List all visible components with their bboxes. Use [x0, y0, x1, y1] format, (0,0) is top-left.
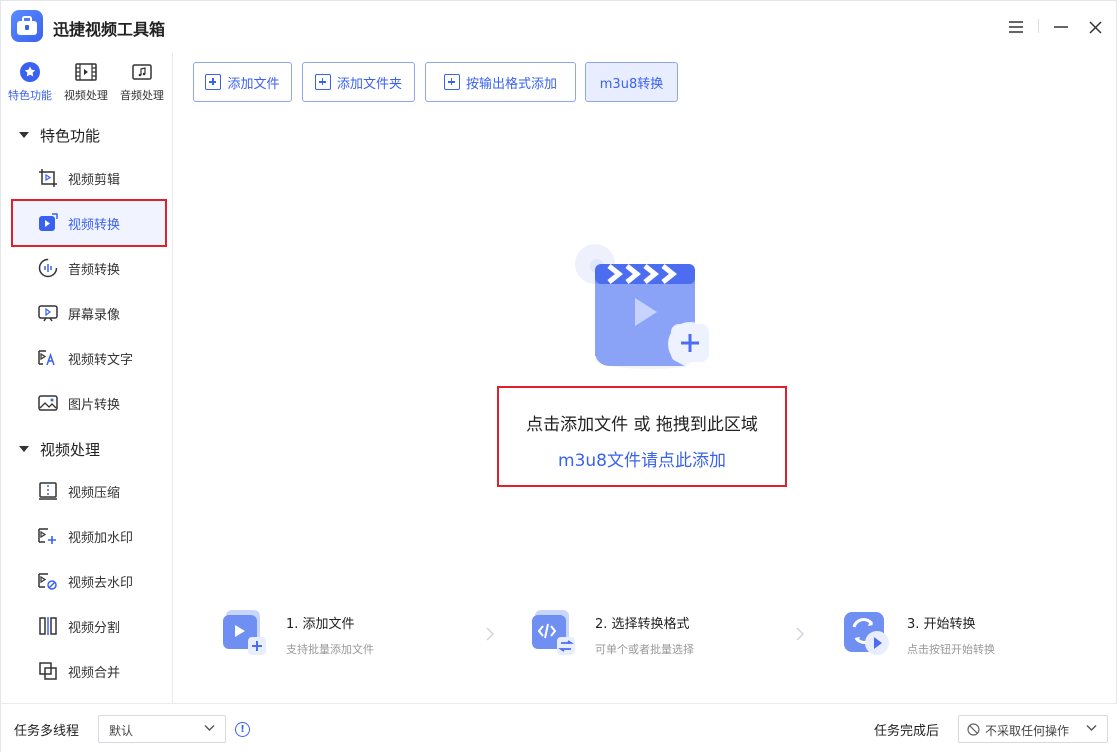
video-add-illustration-icon — [575, 244, 712, 369]
tab-video[interactable]: 视频处理 — [58, 61, 114, 107]
group-video-processing-label: 视频处理 — [40, 440, 101, 459]
add-folder-plus-icon — [314, 74, 331, 90]
threads-select-value: 默认 — [109, 724, 134, 738]
add-file-label: 添加文件 — [227, 76, 280, 92]
tab-featured-label: 特色功能 — [8, 89, 52, 102]
sidebar: 特色功能 视频处理 音频处理 特色功能 视频剪辑 视频转换 音频转换 屏幕录像 … — [1, 53, 173, 703]
add-by-format-button[interactable]: 按输出格式添加 — [425, 62, 576, 102]
audio-wave-icon — [38, 258, 58, 278]
caret-down-icon — [19, 446, 29, 452]
sidebar-item-video-convert[interactable]: 视频转换 — [11, 199, 167, 247]
m3u8-add-link[interactable]: m3u8文件请点此添加 — [499, 446, 785, 471]
group-featured[interactable]: 特色功能 — [1, 120, 173, 150]
add-file-button[interactable]: 添加文件 — [193, 62, 292, 102]
video-convert-icon — [39, 213, 58, 231]
step-desc: 支持批量添加文件 — [286, 643, 374, 656]
chevron-right-icon — [796, 627, 805, 641]
step-title: 3. 开始转换 — [907, 617, 976, 632]
sidebar-item-label: 视频加水印 — [68, 530, 134, 546]
sidebar-item-label: 音频转换 — [68, 262, 121, 278]
sidebar-item-video-to-text[interactable]: 视频转文字 — [13, 336, 165, 380]
add-folder-button[interactable]: 添加文件夹 — [302, 62, 415, 102]
sidebar-item-video-edit[interactable]: 视频剪辑 — [13, 156, 165, 200]
after-complete-label: 任务完成后 — [874, 724, 940, 739]
chevron-down-icon — [204, 725, 215, 731]
footer-bar: 任务多线程 默认 ! 任务完成后 不采取任何操作 — [1, 703, 1117, 752]
sidebar-item-label: 屏幕录像 — [68, 307, 121, 323]
sidebar-item-compress[interactable]: 视频压缩 — [13, 469, 165, 513]
sidebar-item-label: 视频分割 — [68, 620, 121, 636]
title-divider — [1038, 19, 1039, 33]
minimize-icon[interactable] — [1049, 15, 1073, 39]
add-by-format-plus-icon — [443, 74, 460, 90]
step-title: 1. 添加文件 — [286, 617, 355, 632]
sidebar-item-merge[interactable]: 视频合并 — [13, 649, 165, 693]
app-window: 迅捷视频工具箱 特色功能 视频处理 音频处理 特色功能 视频剪辑 视频转换 音频… — [0, 0, 1117, 752]
step-add-file-icon — [223, 610, 266, 655]
group-featured-label: 特色功能 — [40, 126, 101, 145]
menu-icon[interactable] — [1004, 15, 1028, 39]
sidebar-item-label: 视频转文字 — [68, 352, 134, 368]
merge-icon — [39, 662, 57, 680]
add-by-format-label: 按输出格式添加 — [465, 76, 557, 92]
add-file-plus-icon — [205, 74, 222, 90]
sidebar-item-label: 视频转换 — [68, 217, 121, 233]
sidebar-item-remove-watermark[interactable]: 视频去水印 — [13, 559, 165, 603]
add-folder-label: 添加文件夹 — [336, 76, 402, 92]
chevron-right-icon — [486, 627, 495, 641]
sidebar-item-audio-convert[interactable]: 音频转换 — [13, 246, 165, 290]
app-title: 迅捷视频工具箱 — [53, 20, 166, 39]
sidebar-item-image-convert[interactable]: 图片转换 — [13, 381, 165, 425]
info-icon[interactable]: ! — [235, 722, 250, 737]
step-start-convert-icon — [844, 612, 889, 655]
m3u8-convert-label: m3u8转换 — [599, 76, 664, 92]
image-icon — [38, 395, 58, 411]
sidebar-item-label: 视频压缩 — [68, 485, 121, 501]
compress-icon — [39, 482, 57, 500]
sidebar-item-label: 图片转换 — [68, 397, 121, 413]
caret-down-icon — [19, 132, 29, 138]
tab-video-label: 视频处理 — [64, 89, 108, 102]
prohibited-icon — [967, 723, 980, 736]
crop-video-icon — [39, 169, 57, 187]
threads-select[interactable]: 默认 — [98, 715, 226, 743]
sidebar-item-screen-record[interactable]: 屏幕录像 — [13, 291, 165, 335]
after-complete-select[interactable]: 不采取任何操作 — [958, 715, 1108, 743]
sidebar-item-label: 视频去水印 — [68, 575, 134, 591]
sidebar-item-split[interactable]: 视频分割 — [13, 604, 165, 648]
drop-zone[interactable]: 点击添加文件 或 拖拽到此区域 m3u8文件请点此添加 — [497, 386, 787, 487]
star-icon — [20, 62, 40, 82]
group-video-processing[interactable]: 视频处理 — [1, 434, 173, 464]
tab-audio-label: 音频处理 — [120, 89, 164, 102]
remove-watermark-icon — [38, 573, 57, 590]
split-icon — [39, 617, 57, 635]
add-watermark-icon — [38, 528, 56, 544]
title-bar: 迅捷视频工具箱 — [1, 1, 1117, 53]
threads-label: 任务多线程 — [14, 724, 80, 739]
step-title: 2. 选择转换格式 — [595, 617, 690, 632]
close-icon[interactable] — [1083, 15, 1107, 39]
sidebar-item-label: 视频合并 — [68, 665, 121, 681]
sidebar-item-label: 视频剪辑 — [68, 172, 121, 188]
film-icon — [75, 63, 97, 81]
chevron-down-icon — [1086, 725, 1097, 731]
app-logo-icon — [11, 10, 43, 42]
tab-featured[interactable]: 特色功能 — [2, 61, 58, 107]
screen-record-icon — [38, 305, 58, 322]
step-desc: 点击按钮开始转换 — [907, 643, 995, 656]
category-tabs: 特色功能 视频处理 音频处理 — [1, 61, 173, 111]
tab-audio[interactable]: 音频处理 — [114, 61, 170, 107]
video-to-text-icon — [38, 350, 55, 366]
sidebar-item-add-watermark[interactable]: 视频加水印 — [13, 514, 165, 558]
after-complete-select-value: 不采取任何操作 — [985, 724, 1070, 738]
music-icon — [132, 64, 152, 80]
step-desc: 可单个或者批量选择 — [595, 643, 694, 656]
step-choose-format-icon — [532, 610, 575, 655]
m3u8-convert-button[interactable]: m3u8转换 — [585, 62, 678, 102]
drop-zone-main-text: 点击添加文件 或 拖拽到此区域 — [526, 415, 758, 435]
